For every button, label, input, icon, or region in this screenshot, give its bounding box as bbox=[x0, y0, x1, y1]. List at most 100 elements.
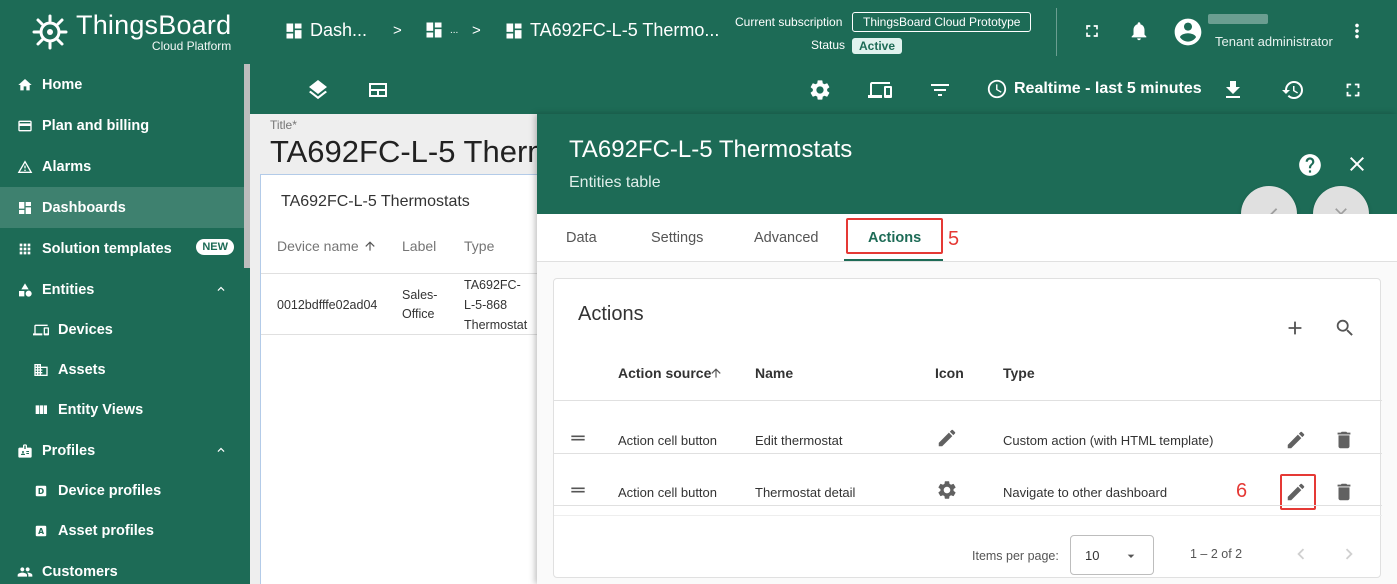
column-header-action-source[interactable]: Action source bbox=[618, 365, 711, 381]
timewindow-label: Realtime - last 5 minutes bbox=[1014, 80, 1202, 97]
new-badge: NEW bbox=[196, 239, 234, 255]
edit-icon[interactable] bbox=[1285, 481, 1307, 503]
cell-type: Custom action (with HTML template) bbox=[1003, 433, 1214, 448]
arrow-up-icon bbox=[365, 241, 375, 251]
sidebar-item-devices[interactable]: Devices bbox=[0, 310, 244, 350]
sidebar: ThingsBoard Cloud Platform Home Plan and… bbox=[0, 0, 250, 584]
subscription-chip[interactable]: ThingsBoard Cloud Prototype bbox=[852, 12, 1032, 32]
gear-icon bbox=[938, 481, 956, 499]
sidebar-item-entities[interactable]: Entities bbox=[0, 269, 244, 310]
sidebar-item-assets[interactable]: Assets bbox=[0, 350, 244, 390]
status-badge: Active bbox=[852, 38, 903, 54]
tab-data[interactable]: Data bbox=[566, 230, 597, 246]
sidebar-item-label: Device profiles bbox=[58, 483, 162, 499]
column-header-name[interactable]: Name bbox=[755, 365, 793, 381]
breadcrumb-label: Dash... bbox=[310, 20, 368, 40]
devices-icon[interactable] bbox=[867, 78, 893, 102]
search-icon[interactable] bbox=[1334, 317, 1356, 339]
brand-subtitle: Cloud Platform bbox=[151, 39, 232, 53]
grid-icon bbox=[16, 240, 34, 258]
breadcrumb-label: ... bbox=[450, 24, 459, 36]
logo-icon bbox=[32, 14, 68, 50]
dashboard-toolbar: Realtime - last 5 minutes bbox=[250, 64, 1397, 114]
cell-type-line2: L-5-868 bbox=[464, 298, 508, 312]
sidebar-item-asset-profiles[interactable]: A Asset profiles bbox=[0, 511, 244, 551]
divider bbox=[1056, 8, 1057, 56]
sidebar-item-alarms[interactable]: Alarms bbox=[0, 146, 244, 187]
sidebar-nav: Home Plan and billing Alarms Dashboards … bbox=[0, 64, 244, 584]
cell-action-source: Action cell button bbox=[618, 485, 718, 500]
chevron-up-icon[interactable] bbox=[214, 282, 228, 296]
download-icon[interactable] bbox=[1221, 78, 1245, 102]
column-header-device-name[interactable]: Device name bbox=[277, 238, 359, 254]
edit-icon[interactable] bbox=[1285, 429, 1307, 451]
sidebar-item-device-profiles[interactable]: D Device profiles bbox=[0, 471, 244, 511]
dropdown-arrow-icon bbox=[1127, 554, 1135, 558]
close-icon[interactable] bbox=[1345, 152, 1369, 176]
more-vert-icon[interactable] bbox=[1346, 20, 1368, 42]
clock-icon bbox=[987, 79, 1007, 99]
add-icon[interactable] bbox=[1284, 317, 1306, 339]
sidebar-item-label: Assets bbox=[58, 362, 106, 378]
breadcrumb-dashboards[interactable]: Dash... bbox=[284, 20, 367, 41]
sidebar-item-label: Entities bbox=[42, 281, 95, 298]
dashboard-icon bbox=[426, 22, 442, 38]
drag-handle-icon[interactable] bbox=[568, 428, 588, 448]
logo[interactable]: ThingsBoard Cloud Platform bbox=[0, 0, 250, 64]
dashboard-icon bbox=[286, 23, 302, 38]
sidebar-item-label: Profiles bbox=[42, 442, 96, 459]
divider bbox=[554, 505, 1382, 506]
items-per-page-select[interactable]: 10 bbox=[1070, 535, 1154, 575]
breadcrumb-label: TA692FC-L-5 Thermo... bbox=[530, 20, 720, 40]
fullscreen-icon[interactable] bbox=[1082, 20, 1102, 42]
fullscreen-icon[interactable] bbox=[1342, 78, 1364, 102]
divider bbox=[554, 453, 1382, 454]
filter-icon[interactable] bbox=[928, 78, 952, 102]
tab-settings[interactable]: Settings bbox=[651, 230, 703, 246]
warning-icon bbox=[16, 158, 34, 176]
chevron-up-icon[interactable] bbox=[214, 443, 228, 457]
chevron-left-icon[interactable] bbox=[1290, 543, 1312, 565]
history-icon[interactable] bbox=[1281, 78, 1305, 102]
dashboard-icon bbox=[506, 23, 522, 38]
help-icon[interactable] bbox=[1297, 152, 1323, 178]
sidebar-item-home[interactable]: Home bbox=[0, 64, 244, 105]
items-per-page-value: 10 bbox=[1085, 548, 1100, 563]
devices-icon bbox=[32, 321, 50, 339]
actions-card-title: Actions bbox=[578, 303, 644, 325]
tab-advanced[interactable]: Advanced bbox=[754, 230, 819, 246]
sidebar-item-plan-billing[interactable]: Plan and billing bbox=[0, 105, 244, 146]
drag-handle-icon[interactable] bbox=[568, 480, 588, 500]
cell-type: Navigate to other dashboard bbox=[1003, 485, 1168, 500]
breadcrumb-separator: > bbox=[393, 22, 402, 39]
sidebar-item-entity-views[interactable]: Entity Views bbox=[0, 390, 244, 430]
delete-icon[interactable] bbox=[1333, 481, 1355, 503]
bell-icon[interactable] bbox=[1128, 20, 1150, 42]
sidebar-item-customers[interactable]: Customers bbox=[0, 551, 244, 584]
sidebar-item-label: Home bbox=[42, 76, 83, 93]
sidebar-item-solution-templates[interactable]: Solution templates NEW bbox=[0, 228, 244, 269]
panel-tabs: Data Settings Advanced Actions 5 bbox=[537, 214, 1397, 262]
cell-type-line1: TA692FC- bbox=[464, 278, 521, 292]
timewindow-selector[interactable]: Realtime - last 5 minutes bbox=[986, 78, 1202, 100]
breadcrumb-group[interactable]: ... bbox=[424, 20, 458, 40]
divider bbox=[261, 334, 551, 335]
cell-label-line1: Sales- bbox=[402, 288, 438, 302]
pencil-icon bbox=[938, 429, 956, 447]
view-icon bbox=[32, 401, 50, 419]
dashboard-icon bbox=[16, 199, 34, 217]
delete-icon[interactable] bbox=[1333, 429, 1355, 451]
chevron-right-icon[interactable] bbox=[1338, 543, 1360, 565]
panel-subtitle: Entities table bbox=[569, 174, 661, 191]
sidebar-item-dashboards[interactable]: Dashboards bbox=[0, 187, 244, 228]
layout-icon[interactable] bbox=[366, 78, 390, 102]
entities-table-widget[interactable]: TA692FC-L-5 Thermostats Device name Labe… bbox=[260, 174, 551, 584]
column-header-label[interactable]: Label bbox=[402, 238, 436, 254]
column-header-type[interactable]: Type bbox=[464, 238, 494, 254]
device-profile-icon: D bbox=[32, 482, 50, 500]
gear-icon[interactable] bbox=[808, 78, 832, 102]
account-avatar-icon[interactable] bbox=[1172, 16, 1204, 48]
sidebar-item-profiles[interactable]: Profiles bbox=[0, 430, 244, 471]
layers-icon[interactable] bbox=[306, 78, 330, 102]
card-icon bbox=[16, 117, 34, 135]
